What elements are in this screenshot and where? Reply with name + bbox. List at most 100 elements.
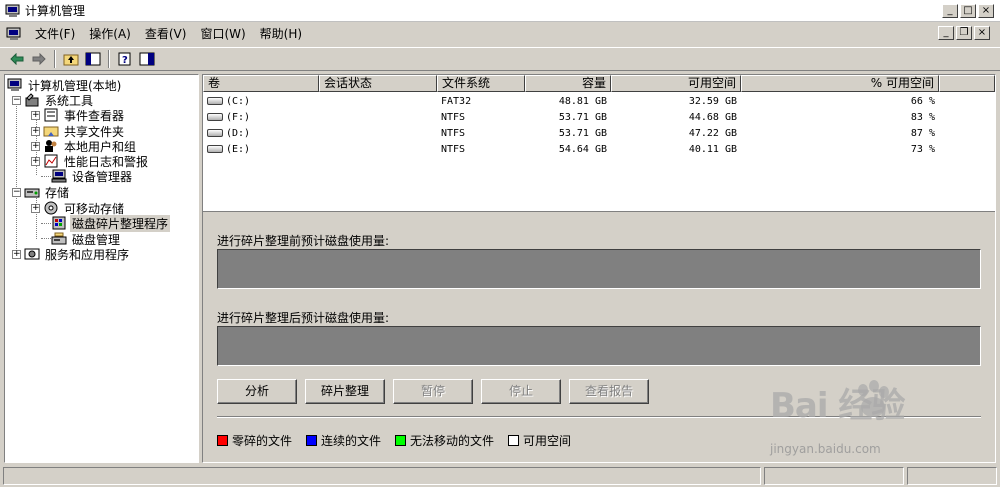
column-header-blank bbox=[939, 75, 995, 92]
tools-icon bbox=[25, 93, 39, 107]
show-tree-button[interactable] bbox=[82, 49, 104, 69]
removable-storage-icon bbox=[44, 201, 58, 215]
stop-button[interactable]: 停止 bbox=[481, 379, 561, 404]
expand-icon[interactable]: + bbox=[12, 249, 21, 259]
back-arrow-icon bbox=[10, 53, 24, 65]
free-space-cell: 47.22 GB bbox=[688, 128, 737, 139]
swatch-white bbox=[508, 435, 520, 446]
column-header-volume[interactable]: 卷 bbox=[203, 75, 319, 92]
swatch-green bbox=[395, 435, 407, 446]
expand-icon[interactable]: + bbox=[31, 126, 40, 136]
up-level-button[interactable] bbox=[60, 49, 82, 69]
tree-item-services-apps[interactable]: + 服务和应用程序 bbox=[12, 246, 131, 262]
defragmenter-icon bbox=[52, 216, 66, 230]
toolbar-separator bbox=[54, 50, 56, 68]
forward-button[interactable] bbox=[28, 49, 50, 69]
tree-item-label: 事件查看器 bbox=[64, 108, 125, 123]
filesystem-cell: NTFS bbox=[441, 144, 466, 155]
restore-icon: ❐ bbox=[959, 27, 969, 38]
swatch-red bbox=[217, 435, 228, 446]
table-row[interactable]: (D:) NTFS 53.71 GB 47.22 GB 87 % bbox=[203, 125, 939, 142]
legend-label: 无法移动的文件 bbox=[410, 434, 495, 448]
drive-icon bbox=[207, 145, 223, 153]
menu-file[interactable]: 文件(F) bbox=[28, 24, 82, 44]
collapse-icon[interactable]: − bbox=[12, 95, 21, 105]
free-space-cell: 40.11 GB bbox=[688, 144, 737, 155]
status-bar bbox=[0, 465, 1000, 487]
pane-icon bbox=[139, 52, 155, 66]
expand-icon[interactable]: + bbox=[31, 203, 40, 213]
console-tree: 计算机管理(本地) − 系统工具 + 事件查看器 + 共享文件夹 + 本地用户和… bbox=[4, 74, 199, 463]
view-report-button[interactable]: 查看报告 bbox=[569, 379, 649, 404]
legend-label: 零碎的文件 bbox=[232, 434, 293, 448]
close-icon: × bbox=[977, 27, 987, 38]
column-header-session-status[interactable]: 会话状态 bbox=[319, 75, 437, 92]
percent-free-cell: 66 % bbox=[910, 96, 935, 107]
window-title: 计算机管理 bbox=[25, 4, 86, 18]
child-close-button[interactable]: × bbox=[974, 26, 990, 40]
free-space-cell: 44.68 GB bbox=[688, 112, 737, 123]
capacity-cell: 53.71 GB bbox=[558, 112, 607, 123]
drive-icon bbox=[207, 113, 223, 121]
menu-help[interactable]: 帮助(H) bbox=[253, 24, 309, 44]
tree-item-disk-defragmenter[interactable]: 磁盘碎片整理程序 bbox=[51, 214, 171, 232]
menu-window[interactable]: 窗口(W) bbox=[193, 24, 252, 44]
shared-folder-icon bbox=[43, 126, 59, 137]
tree-item-event-viewer[interactable]: + 事件查看器 bbox=[31, 107, 126, 123]
volume-cell: (E:) bbox=[226, 144, 251, 155]
legend: 零碎的文件 连续的文件 无法移动的文件 可用空间 bbox=[217, 432, 571, 449]
capacity-cell: 54.64 GB bbox=[558, 144, 607, 155]
performance-icon bbox=[44, 154, 58, 168]
services-icon bbox=[24, 248, 40, 260]
maximize-button[interactable]: □ bbox=[960, 3, 976, 18]
forward-arrow-icon bbox=[32, 53, 46, 65]
tree-item-storage[interactable]: − 存储 bbox=[12, 184, 71, 200]
drive-icon bbox=[207, 97, 223, 105]
maximize-icon: □ bbox=[963, 4, 973, 16]
help-button[interactable]: ? bbox=[114, 49, 136, 69]
usage-after-label: 进行碎片整理后预计磁盘使用量: bbox=[217, 311, 390, 325]
back-button[interactable] bbox=[6, 49, 28, 69]
table-row[interactable]: (E:) NTFS 54.64 GB 40.11 GB 73 % bbox=[203, 141, 939, 158]
close-button[interactable]: × bbox=[978, 3, 994, 18]
tree-item-device-manager[interactable]: 设备管理器 bbox=[51, 168, 134, 184]
child-minimize-button[interactable]: _ bbox=[938, 26, 954, 40]
expand-icon[interactable]: + bbox=[31, 156, 40, 166]
menu-view[interactable]: 查看(V) bbox=[138, 24, 194, 44]
capacity-cell: 53.71 GB bbox=[558, 128, 607, 139]
defragment-button[interactable]: 碎片整理 bbox=[305, 379, 385, 404]
collapse-icon[interactable]: − bbox=[12, 187, 21, 197]
legend-free-space: 可用空间 bbox=[508, 432, 571, 449]
pause-button[interactable]: 暂停 bbox=[393, 379, 473, 404]
volume-cell: (F:) bbox=[226, 112, 251, 123]
menu-action[interactable]: 操作(A) bbox=[82, 24, 138, 44]
minimize-icon: _ bbox=[943, 27, 949, 38]
column-header-percent-free[interactable]: % 可用空间 bbox=[741, 75, 939, 92]
volume-list-header: 卷 会话状态 文件系统 容量 可用空间 % 可用空间 bbox=[203, 75, 995, 92]
volume-cell: (C:) bbox=[226, 96, 251, 107]
volume-list: 卷 会话状态 文件系统 容量 可用空间 % 可用空间 (C:) FAT32 48… bbox=[203, 75, 995, 211]
column-header-filesystem[interactable]: 文件系统 bbox=[437, 75, 525, 92]
table-row[interactable]: (F:) NTFS 53.71 GB 44.68 GB 83 % bbox=[203, 109, 939, 126]
column-header-free-space[interactable]: 可用空间 bbox=[611, 75, 741, 92]
table-row[interactable]: (C:) FAT32 48.81 GB 32.59 GB 66 % bbox=[203, 93, 939, 110]
defrag-button-row: 分析 碎片整理 暂停 停止 查看报告 bbox=[217, 379, 649, 404]
column-header-capacity[interactable]: 容量 bbox=[525, 75, 611, 92]
child-restore-button[interactable]: ❐ bbox=[956, 26, 972, 40]
tree-item-label: 设备管理器 bbox=[72, 169, 133, 184]
help-icon: ? bbox=[118, 52, 131, 66]
status-cell-2 bbox=[764, 467, 904, 485]
details-pane: 卷 会话状态 文件系统 容量 可用空间 % 可用空间 (C:) FAT32 48… bbox=[202, 74, 996, 463]
percent-free-cell: 87 % bbox=[910, 128, 935, 139]
legend-fragmented: 零碎的文件 bbox=[217, 432, 292, 449]
event-viewer-icon bbox=[44, 108, 58, 122]
show-action-pane-button[interactable] bbox=[136, 49, 158, 69]
tree-item-label: 磁盘碎片整理程序 bbox=[70, 214, 171, 232]
console-icon bbox=[6, 27, 21, 40]
analyze-button[interactable]: 分析 bbox=[217, 379, 297, 404]
toolbar: ? bbox=[0, 47, 1000, 71]
minimize-button[interactable]: _ bbox=[942, 3, 958, 18]
expand-icon[interactable]: + bbox=[31, 141, 40, 151]
expand-icon[interactable]: + bbox=[31, 110, 40, 120]
users-icon bbox=[45, 140, 57, 152]
